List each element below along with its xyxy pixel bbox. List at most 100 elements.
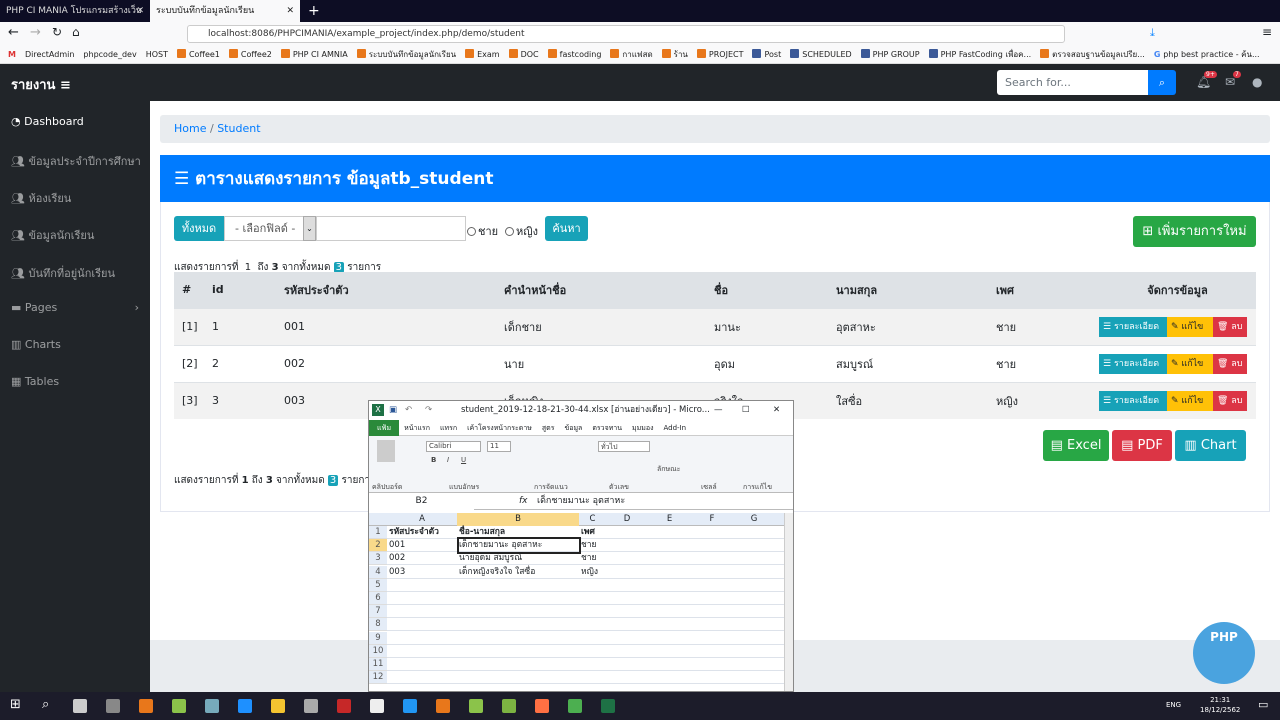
sidebar-item-classroom[interactable]: 👥︎ ห้องเรียน [11,189,71,207]
detail-button[interactable]: ☰ รายละเอียด [1099,316,1167,337]
bookmark[interactable]: PHP GROUP [860,49,920,59]
underline-button[interactable]: U [461,456,466,464]
column-header[interactable]: F [691,513,733,526]
row-header[interactable]: 2 [369,539,387,553]
export-excel-button[interactable]: ▤ Excel [1043,430,1109,461]
maps-icon[interactable] [370,699,384,713]
heidisql-icon[interactable] [469,699,483,713]
redo-icon[interactable]: ↷ [425,401,432,420]
close-icon[interactable]: ✕ [773,401,780,420]
ribbon-tab[interactable]: ข้อมูล [564,424,582,432]
windows-start-icon[interactable]: ⊞ [10,697,21,712]
detail-button[interactable]: ☰ รายละเอียด [1099,353,1167,374]
cell[interactable]: ชาย [581,552,606,565]
ribbon-tab[interactable]: มุมมอง [632,424,653,432]
row-header[interactable]: 9 [369,631,387,645]
ribbon-tab[interactable]: Add-In [664,424,687,432]
edit-button[interactable]: ✎ แก้ไข [1167,390,1213,411]
radio-female[interactable]: หญิง [505,222,538,240]
ribbon-group-label[interactable]: ลักษณะ [657,464,680,475]
bookmark[interactable]: Coffee1 [176,49,220,59]
ribbon-tab[interactable]: สูตร [542,424,555,432]
sidebar-item-tables[interactable]: ▦ Tables [11,375,59,388]
bookmark[interactable]: PHP CI AMNIA [280,49,348,59]
sidebar-toggle-icon[interactable]: ≡ [60,78,71,93]
calculator-icon[interactable] [73,699,87,713]
keyword-input[interactable] [316,216,466,241]
cell[interactable]: นายอุดม สมบูรณ์ [459,552,579,565]
ribbon-tab[interactable]: ตรวจทาน [592,424,622,432]
notepadpp-icon[interactable] [502,699,516,713]
name-box[interactable]: B2 [369,493,474,510]
delete-button[interactable]: 🗑︎ ลบ [1213,353,1247,374]
formula-input[interactable]: เด็กชายมานะ อุตสาหะ [537,493,625,510]
bookmark[interactable]: กาแฟสด [610,49,653,59]
number-format-select[interactable]: ทั่วไป [598,441,650,452]
browser-tab[interactable]: PHP CI MANIA โปรแกรมสร้างเว็บแอ✕ [0,0,150,38]
minimize-icon[interactable]: — [714,401,723,420]
xampp-icon[interactable] [436,699,450,713]
firefox-icon[interactable] [535,699,549,713]
save-icon[interactable]: ▣ [389,401,397,420]
ribbon-tab[interactable]: หน้าแรก [404,424,430,432]
delete-button[interactable]: 🗑︎ ลบ [1213,390,1247,411]
heidisql-icon[interactable] [172,699,186,713]
browser-tab-active[interactable]: ระบบบันทึกข้อมูลนักเรียน ✕ [150,0,300,22]
cell[interactable]: ชื่อ-นามสกุล [459,526,579,539]
font-size-select[interactable]: 11 [487,441,511,452]
chevron-down-icon[interactable]: ⌄ [303,216,316,241]
ribbon-tab[interactable]: แทรก [440,424,457,432]
delete-button[interactable]: 🗑︎ ลบ [1213,316,1247,337]
back-icon[interactable]: ← [8,25,19,40]
bookmark[interactable]: ระบบบันทึกข้อมูลนักเรียน [356,49,456,59]
bell-icon[interactable]: 🔔︎ 9+ [1196,71,1217,89]
row-header[interactable]: 6 [369,592,387,605]
column-header[interactable]: D [606,513,648,526]
download-icon[interactable]: ⤓ [1150,26,1155,40]
sidebar-item-address[interactable]: 👥︎ บันทึกที่อยู่นักเรียน [11,264,115,282]
sidebar-item-students[interactable]: 👥︎ ข้อมูลนักเรียน [11,226,94,244]
row-header[interactable]: 4 [369,565,387,579]
bookmark[interactable]: SCHEDULED [790,49,852,59]
obs-icon[interactable] [106,699,120,713]
column-header[interactable]: C [579,513,606,526]
add-new-button[interactable]: ⊞ เพิ่มรายการใหม่ [1133,216,1256,247]
close-icon[interactable]: ✕ [286,0,294,22]
edge-icon[interactable] [238,699,252,713]
cell[interactable]: 003 [389,566,457,579]
bookmark[interactable]: Exam [465,49,500,59]
row-header[interactable]: 8 [369,618,387,632]
sidebar-item-charts[interactable]: ▥ Charts [11,338,61,351]
search-input[interactable]: Search for... [997,70,1148,95]
cell[interactable]: เด็กชายมานะ อุตสาหะ [457,537,581,555]
brand[interactable]: รายงาน ≡ [11,74,71,95]
sidebar-item-academic-year[interactable]: 👥︎ ข้อมูลประจำปีการศึกษา [11,152,141,170]
gmail-icon[interactable]: M [8,50,16,59]
row-header[interactable]: 5 [369,578,387,592]
cell[interactable]: 001 [389,539,457,552]
bookmark[interactable]: ร้าน [661,49,688,59]
bold-button[interactable]: B [431,456,436,464]
bookmark[interactable]: phpcode_dev [83,50,136,59]
cell[interactable]: เด็กหญิงจริงใจ ใสซื่อ [459,566,579,579]
sidebar-item-pages[interactable]: ▬ Pages › [11,301,139,314]
bookmark[interactable]: HOST [146,50,168,59]
close-icon[interactable]: ✕ [136,0,144,22]
new-tab-icon[interactable]: + [302,0,320,22]
column-header[interactable]: A [387,513,457,526]
filezilla-icon[interactable] [337,699,351,713]
font-select[interactable]: Calibri [426,441,481,452]
search-button[interactable]: ค้นหา [545,216,588,241]
detail-button[interactable]: ☰ รายละเอียด [1099,390,1167,411]
cell[interactable]: ชาย [581,539,606,552]
bookmark[interactable]: G php best practice - ค้น... [1154,50,1260,59]
notification-icon[interactable]: ▭ [1258,698,1268,711]
breadcrumb-home[interactable]: Home [174,122,206,135]
clock[interactable]: 21:31 18/12/2562 [1200,695,1240,715]
bookmark[interactable]: DOC [508,49,539,59]
export-pdf-button[interactable]: ▤ PDF [1112,430,1172,461]
show-all-button[interactable]: ทั้งหมด [174,216,224,241]
row-header[interactable]: 3 [369,552,387,566]
chart-button[interactable]: ▥ Chart [1175,430,1246,461]
sidebar-item-dashboard[interactable]: ◔ Dashboard [11,115,84,128]
